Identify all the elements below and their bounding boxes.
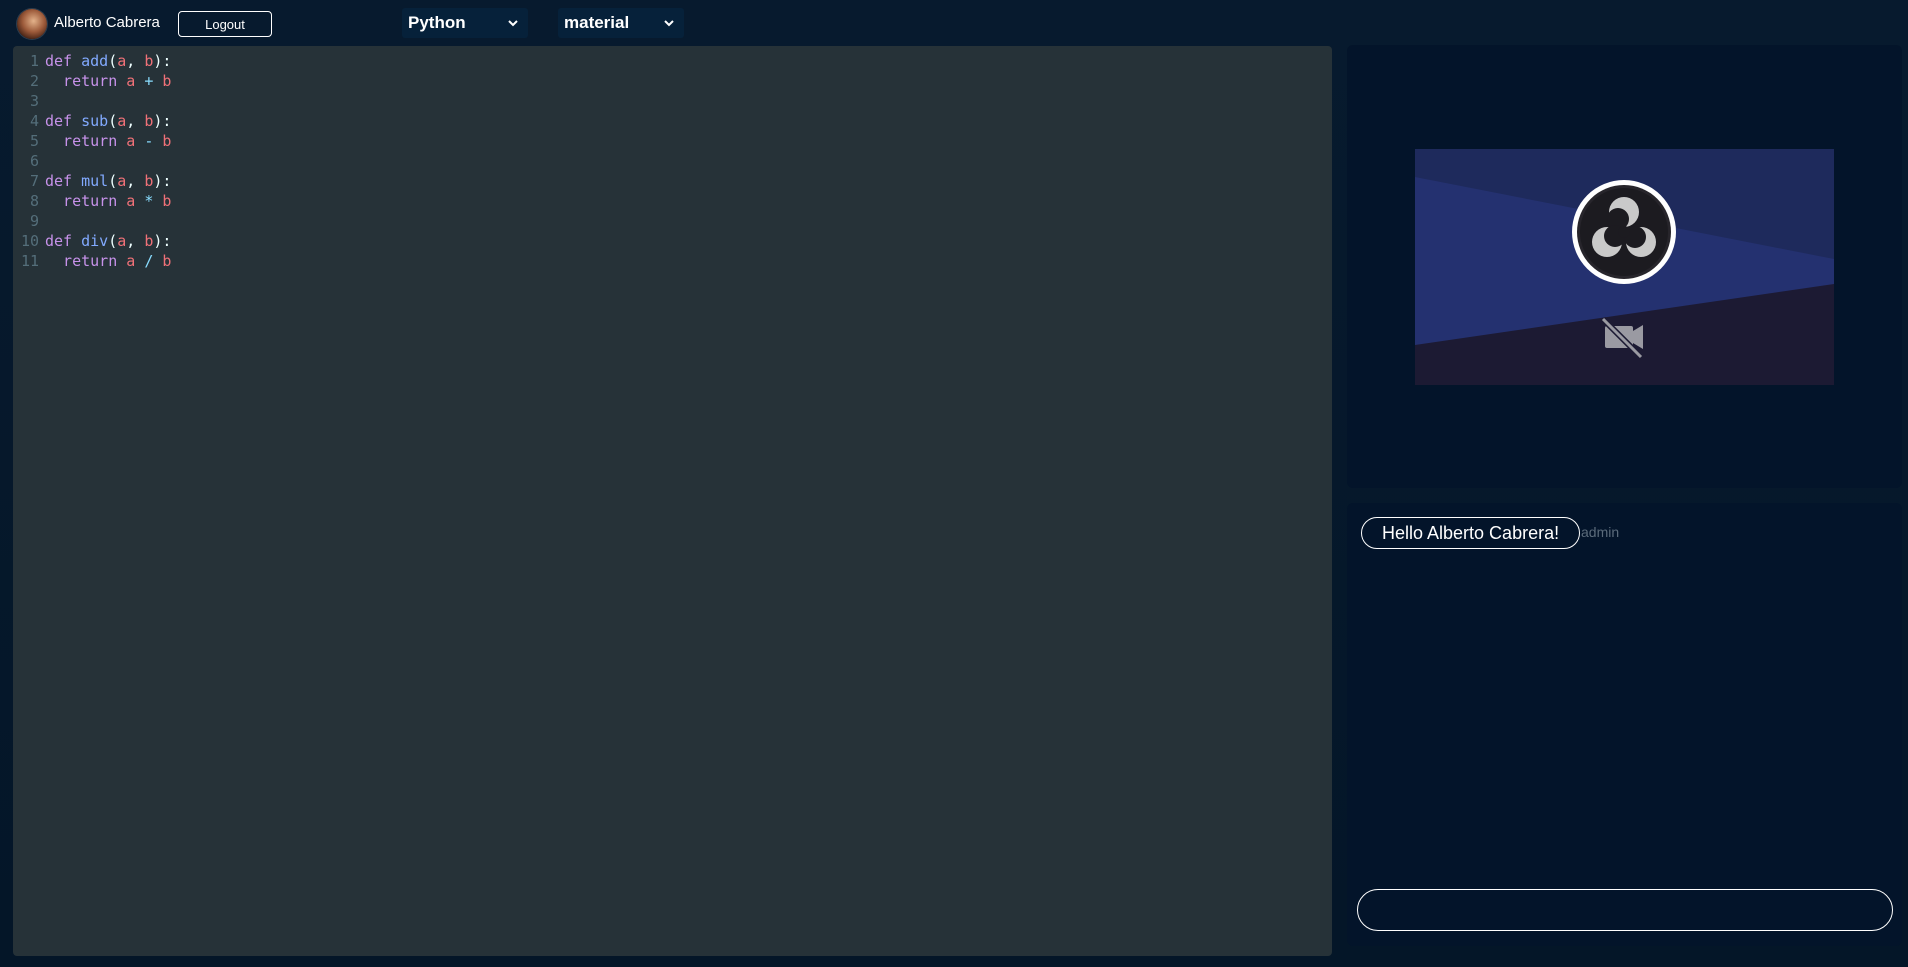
code-line[interactable]: 7 def mul(a, b): (13, 171, 171, 191)
line-number: 9 (29, 212, 39, 230)
code-token: ( (108, 112, 118, 130)
code-token: def (45, 172, 82, 190)
code-line[interactable]: 3 (13, 91, 45, 111)
code-token: , (126, 52, 145, 70)
username: Alberto Cabrera (54, 14, 160, 31)
code-token: ( (108, 172, 118, 190)
code-token: b (162, 252, 172, 270)
code-token: ): (153, 52, 172, 70)
chat-message: Hello Alberto Cabrera! (1361, 517, 1581, 549)
theme-select[interactable]: material (558, 8, 684, 38)
code-line[interactable]: 9 (13, 211, 45, 231)
line-number: 5 (29, 132, 39, 150)
code-token: - (135, 132, 163, 150)
video-panel (1347, 45, 1902, 488)
code-token: return (45, 132, 127, 150)
obs-logo-icon (1572, 180, 1676, 284)
code-token: add (81, 52, 109, 70)
line-number: 10 (20, 232, 39, 250)
code-line[interactable]: 8 return a * b (13, 191, 171, 211)
code-token: def (45, 112, 82, 130)
code-token: return (45, 252, 127, 270)
line-number: 8 (29, 192, 39, 210)
logout-button[interactable]: Logout (178, 11, 272, 37)
code-token: a (117, 112, 127, 130)
code-token: def (45, 52, 82, 70)
code-token: return (45, 192, 127, 210)
line-number: 3 (29, 92, 39, 110)
avatar[interactable] (17, 9, 47, 39)
code-token: b (162, 72, 172, 90)
code-token: div (81, 232, 109, 250)
code-token: * (135, 192, 163, 210)
line-number: 4 (29, 112, 39, 130)
code-token: a (117, 52, 127, 70)
code-token: a (117, 232, 127, 250)
code-token: ( (108, 52, 118, 70)
line-number: 2 (29, 72, 39, 90)
video-feed[interactable] (1415, 149, 1834, 385)
code-line[interactable]: 10 def div(a, b): (13, 231, 172, 251)
code-token: a (126, 72, 136, 90)
code-token: a (126, 252, 136, 270)
chevron-down-icon (664, 20, 674, 27)
code-token: a (126, 192, 136, 210)
code-editor[interactable]: 1 def add(a, b): 2 return a + b 3 4 def sub(a… (13, 46, 1332, 956)
code-token: + (135, 72, 163, 90)
code-token: b (162, 192, 172, 210)
code-line[interactable]: 1 def add(a, b): (13, 51, 171, 71)
code-line[interactable]: 2 return a + b (13, 71, 171, 91)
line-number: 6 (29, 152, 39, 170)
code-token: , (126, 232, 145, 250)
code-token: ): (153, 112, 172, 130)
code-line[interactable]: 11 return a / b (13, 251, 172, 271)
code-token: b (162, 132, 172, 150)
code-token: sub (81, 112, 109, 130)
line-number: 11 (20, 252, 39, 270)
line-number: 7 (29, 172, 39, 190)
code-token: , (126, 112, 145, 130)
code-line[interactable]: 5 return a - b (13, 131, 171, 151)
code-token: ): (153, 172, 172, 190)
code-token: def (45, 232, 82, 250)
code-token: ): (153, 232, 172, 250)
code-line[interactable]: 4 def sub(a, b): (13, 111, 171, 131)
code-token: a (126, 132, 136, 150)
language-select-value: Python (408, 13, 466, 32)
code-token: return (45, 72, 127, 90)
theme-select-value: material (564, 13, 630, 32)
chevron-down-icon (508, 20, 518, 27)
code-token: a (117, 172, 127, 190)
code-token: mul (81, 172, 109, 190)
code-token: ( (108, 232, 118, 250)
code-line[interactable]: 6 (13, 151, 45, 171)
chat-message-author: admin (1581, 524, 1620, 540)
language-select[interactable]: Python (402, 8, 528, 38)
code-token: , (126, 172, 145, 190)
chat-panel: Hello Alberto Cabrera! admin (1347, 503, 1902, 946)
chat-input[interactable] (1357, 889, 1893, 931)
code-token: / (135, 252, 163, 270)
top-bar: Alberto Cabrera Logout Python material (0, 0, 1908, 46)
line-number: 1 (29, 52, 39, 70)
